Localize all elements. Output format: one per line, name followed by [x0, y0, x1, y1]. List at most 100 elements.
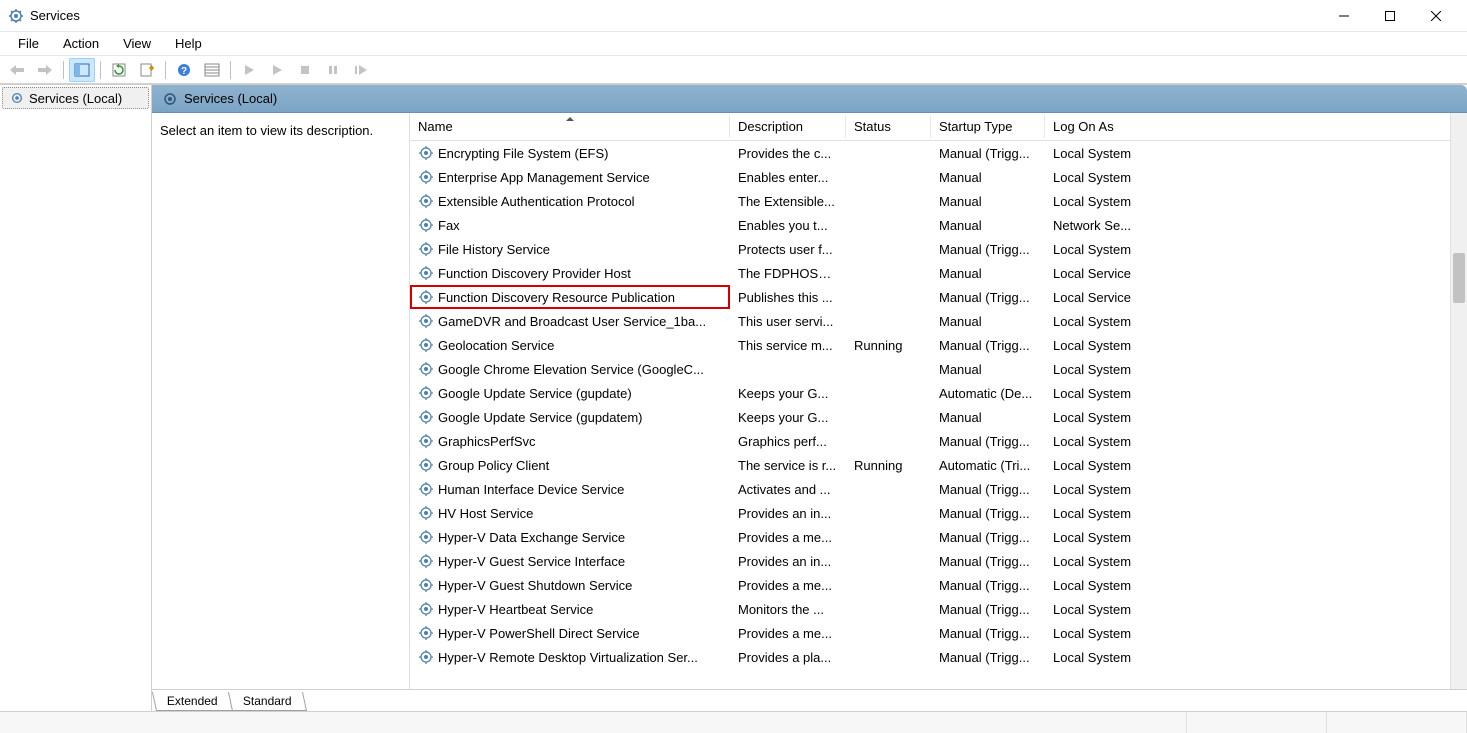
show-hide-tree-button[interactable] [69, 58, 95, 82]
service-icon [418, 385, 434, 401]
service-row[interactable]: Google Update Service (gupdatem)Keeps yo… [410, 405, 1467, 429]
pause-service-button[interactable] [320, 58, 346, 82]
service-status-cell [846, 271, 931, 275]
service-description-cell: Graphics perf... [730, 432, 846, 451]
service-logon-cell: Local System [1045, 168, 1467, 187]
service-row[interactable]: Hyper-V PowerShell Direct ServiceProvide… [410, 621, 1467, 645]
service-row[interactable]: Google Update Service (gupdate)Keeps you… [410, 381, 1467, 405]
statusbar [0, 711, 1467, 733]
service-row[interactable]: GameDVR and Broadcast User Service_1ba..… [410, 309, 1467, 333]
service-logon-cell: Local System [1045, 384, 1467, 403]
column-name[interactable]: Name [410, 115, 730, 138]
gear-icon [9, 90, 25, 106]
service-row[interactable]: Extensible Authentication ProtocolThe Ex… [410, 189, 1467, 213]
service-row[interactable]: Function Discovery Resource PublicationP… [410, 285, 1467, 309]
minimize-button[interactable] [1321, 0, 1367, 32]
forward-button[interactable] [32, 58, 58, 82]
service-name-cell: Function Discovery Resource Publication [410, 285, 730, 309]
service-row[interactable]: Geolocation ServiceThis service m...Runn… [410, 333, 1467, 357]
vertical-scrollbar[interactable] [1450, 113, 1467, 689]
service-startup-cell: Manual [931, 408, 1045, 427]
refresh-button[interactable] [106, 58, 132, 82]
service-row[interactable]: Hyper-V Remote Desktop Virtualization Se… [410, 645, 1467, 669]
service-logon-cell: Local System [1045, 144, 1467, 163]
app-icon [8, 8, 24, 24]
menu-help[interactable]: Help [165, 34, 212, 53]
stop-service-button[interactable] [292, 58, 318, 82]
tree-node-label: Services (Local) [29, 91, 122, 106]
service-icon [418, 433, 434, 449]
service-description-cell: The service is r... [730, 456, 846, 475]
service-startup-cell: Manual (Trigg... [931, 288, 1045, 307]
tab-standard[interactable]: Standard [228, 692, 307, 711]
service-status-cell [846, 175, 931, 179]
service-row[interactable]: Encrypting File System (EFS)Provides the… [410, 141, 1467, 165]
service-logon-cell: Local System [1045, 576, 1467, 595]
service-row[interactable]: Hyper-V Guest Service InterfaceProvides … [410, 549, 1467, 573]
start-service-button-2[interactable] [264, 58, 290, 82]
service-row[interactable]: Hyper-V Heartbeat ServiceMonitors the ..… [410, 597, 1467, 621]
window-controls [1321, 0, 1459, 32]
service-row[interactable]: GraphicsPerfSvcGraphics perf...Manual (T… [410, 429, 1467, 453]
toolbar: ? [0, 56, 1467, 84]
service-icon [418, 601, 434, 617]
service-row[interactable]: Google Chrome Elevation Service (GoogleC… [410, 357, 1467, 381]
menu-action[interactable]: Action [53, 34, 109, 53]
svg-text:?: ? [181, 66, 187, 77]
menu-view[interactable]: View [113, 34, 161, 53]
tree-node-services-local[interactable]: Services (Local) [2, 87, 149, 109]
scroll-thumb[interactable] [1453, 253, 1465, 303]
properties-button[interactable] [199, 58, 225, 82]
service-status-cell: Running [846, 336, 931, 355]
content-header-label: Services (Local) [184, 91, 277, 106]
service-description-cell: Provides an in... [730, 552, 846, 571]
service-logon-cell: Local System [1045, 408, 1467, 427]
service-startup-cell: Manual (Trigg... [931, 600, 1045, 619]
service-row[interactable]: HV Host ServiceProvides an in...Manual (… [410, 501, 1467, 525]
service-name-label: Hyper-V Heartbeat Service [438, 602, 593, 617]
service-row[interactable]: Function Discovery Provider Host The FDPH… [410, 261, 1467, 285]
start-service-button[interactable] [236, 58, 262, 82]
service-status-cell [846, 391, 931, 395]
service-startup-cell: Manual (Trigg... [931, 144, 1045, 163]
service-row[interactable]: Human Interface Device ServiceActivates … [410, 477, 1467, 501]
service-row[interactable]: Group Policy ClientThe service is r...Ru… [410, 453, 1467, 477]
service-startup-cell: Automatic (Tri... [931, 456, 1045, 475]
help-button[interactable]: ? [171, 58, 197, 82]
column-startup-type[interactable]: Startup Type [931, 115, 1045, 138]
service-startup-cell: Manual [931, 360, 1045, 379]
service-logon-cell: Local System [1045, 240, 1467, 259]
tab-extended[interactable]: Extended [152, 692, 233, 711]
column-status[interactable]: Status [846, 115, 931, 138]
service-status-cell [846, 487, 931, 491]
column-description[interactable]: Description [730, 115, 846, 138]
service-row[interactable]: Hyper-V Guest Shutdown ServiceProvides a… [410, 573, 1467, 597]
service-name-label: Google Chrome Elevation Service (GoogleC… [438, 362, 704, 377]
service-row[interactable]: Enterprise App Management ServiceEnables… [410, 165, 1467, 189]
service-name-label: Function Discovery Provider Host [438, 266, 631, 281]
service-name-cell: GameDVR and Broadcast User Service_1ba..… [410, 311, 730, 331]
content-body: Select an item to view its description. … [152, 113, 1467, 689]
maximize-button[interactable] [1367, 0, 1413, 32]
column-logon-as[interactable]: Log On As [1045, 115, 1467, 138]
restart-service-button[interactable] [348, 58, 374, 82]
service-logon-cell: Network Se... [1045, 216, 1467, 235]
service-row[interactable]: Hyper-V Data Exchange ServiceProvides a … [410, 525, 1467, 549]
close-button[interactable] [1413, 0, 1459, 32]
service-row[interactable]: File History ServiceProtects user f...Ma… [410, 237, 1467, 261]
export-button[interactable] [134, 58, 160, 82]
service-icon [418, 289, 434, 305]
service-row[interactable]: FaxEnables you t...ManualNetwork Se... [410, 213, 1467, 237]
service-icon [418, 577, 434, 593]
body: Services (Local) Services (Local) Select… [0, 84, 1467, 711]
back-button[interactable] [4, 58, 30, 82]
content-pane: Services (Local) Select an item to view … [152, 85, 1467, 711]
titlebar: Services [0, 0, 1467, 32]
service-logon-cell: Local System [1045, 480, 1467, 499]
status-segment [1327, 712, 1467, 733]
service-startup-cell: Manual [931, 264, 1045, 283]
service-description-cell: The FDPHOST ... [730, 264, 846, 283]
description-prompt: Select an item to view its description. [160, 123, 373, 138]
service-logon-cell: Local System [1045, 600, 1467, 619]
menu-file[interactable]: File [8, 34, 49, 53]
